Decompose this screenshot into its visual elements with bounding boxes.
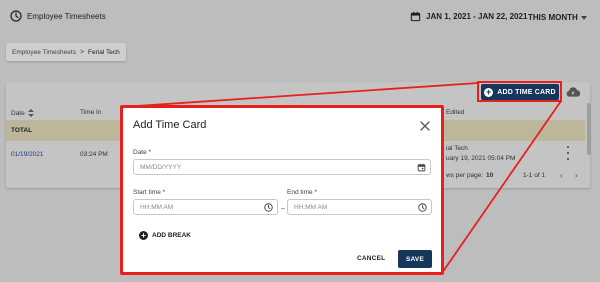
prev-page-icon[interactable]: ‹ — [560, 171, 563, 180]
schedule-icon[interactable] — [264, 203, 273, 212]
add-button-highlight — [477, 81, 562, 102]
column-header-time-in[interactable]: Time In — [80, 109, 101, 116]
start-time-label: Start time * — [133, 189, 166, 196]
end-time-label: End time * — [287, 189, 317, 196]
end-time-placeholder: HH:MM AM — [294, 204, 328, 211]
date-field[interactable]: MM/DD/YYYY — [133, 159, 431, 175]
dialog-title: Add Time Card — [133, 119, 207, 131]
cloud-upload-icon[interactable] — [566, 86, 580, 98]
breadcrumb: Employee Timesheets > Ferial Tech — [6, 43, 126, 61]
start-time-placeholder: HH:MM AM — [140, 204, 174, 211]
period-select[interactable]: THIS MONTH — [528, 13, 587, 22]
next-page-icon[interactable]: › — [575, 171, 578, 180]
date-label: Date * — [133, 149, 152, 156]
column-header-date[interactable]: Date — [11, 109, 34, 117]
table-scrollbar[interactable] — [587, 103, 591, 155]
breadcrumb-root[interactable]: Employee Timesheets — [12, 49, 76, 56]
date-range-text: JAN 1, 2021 - JAN 22, 2021 — [426, 12, 528, 21]
row-edited-by: ial Tech — [446, 145, 468, 152]
row-time-in: 03:24 PM — [80, 151, 108, 158]
rows-per-page-select[interactable]: 10 — [486, 172, 493, 179]
save-button[interactable]: SAVE — [398, 250, 432, 268]
sort-icon — [27, 109, 34, 117]
column-header-date-label: Date — [11, 109, 25, 117]
time-range-dash: – — [281, 205, 285, 212]
total-label: TOTAL — [11, 127, 33, 134]
period-label: THIS MONTH — [528, 13, 578, 22]
app-title-text: Employee Timesheets — [27, 11, 106, 21]
pagination-range: 1-1 of 1 — [523, 172, 546, 179]
schedule-icon[interactable] — [418, 203, 427, 212]
close-icon[interactable] — [420, 121, 430, 131]
breadcrumb-current: Ferial Tech — [88, 48, 120, 56]
calendar-icon — [410, 11, 421, 22]
more-vert-icon[interactable] — [565, 146, 571, 160]
end-time-field[interactable]: HH:MM AM — [287, 199, 432, 215]
breadcrumb-separator: > — [79, 48, 85, 56]
add-circle-icon: + — [139, 231, 148, 240]
add-break-label: ADD BREAK — [152, 232, 191, 239]
start-time-field[interactable]: HH:MM AM — [133, 199, 278, 215]
event-icon[interactable] — [417, 163, 426, 172]
app-title: Employee Timesheets — [10, 10, 106, 22]
row-edited-date: uary 19, 2021 05:04 PM — [446, 155, 516, 162]
row-date-link[interactable]: 01/19/2021 — [11, 151, 44, 158]
cancel-button[interactable]: CANCEL — [357, 255, 385, 262]
add-break-button[interactable]: + ADD BREAK — [139, 231, 191, 240]
chevron-down-icon — [580, 15, 587, 20]
rows-per-page-label: ws per page: — [446, 172, 484, 179]
clock-icon — [10, 10, 22, 22]
add-time-card-dialog: Add Time Card Date * MM/DD/YYYY Start ti… — [120, 105, 444, 275]
column-header-edited[interactable]: Edited — [446, 109, 464, 116]
date-range-picker[interactable]: JAN 1, 2021 - JAN 22, 2021 — [410, 11, 527, 22]
date-placeholder: MM/DD/YYYY — [140, 164, 182, 171]
